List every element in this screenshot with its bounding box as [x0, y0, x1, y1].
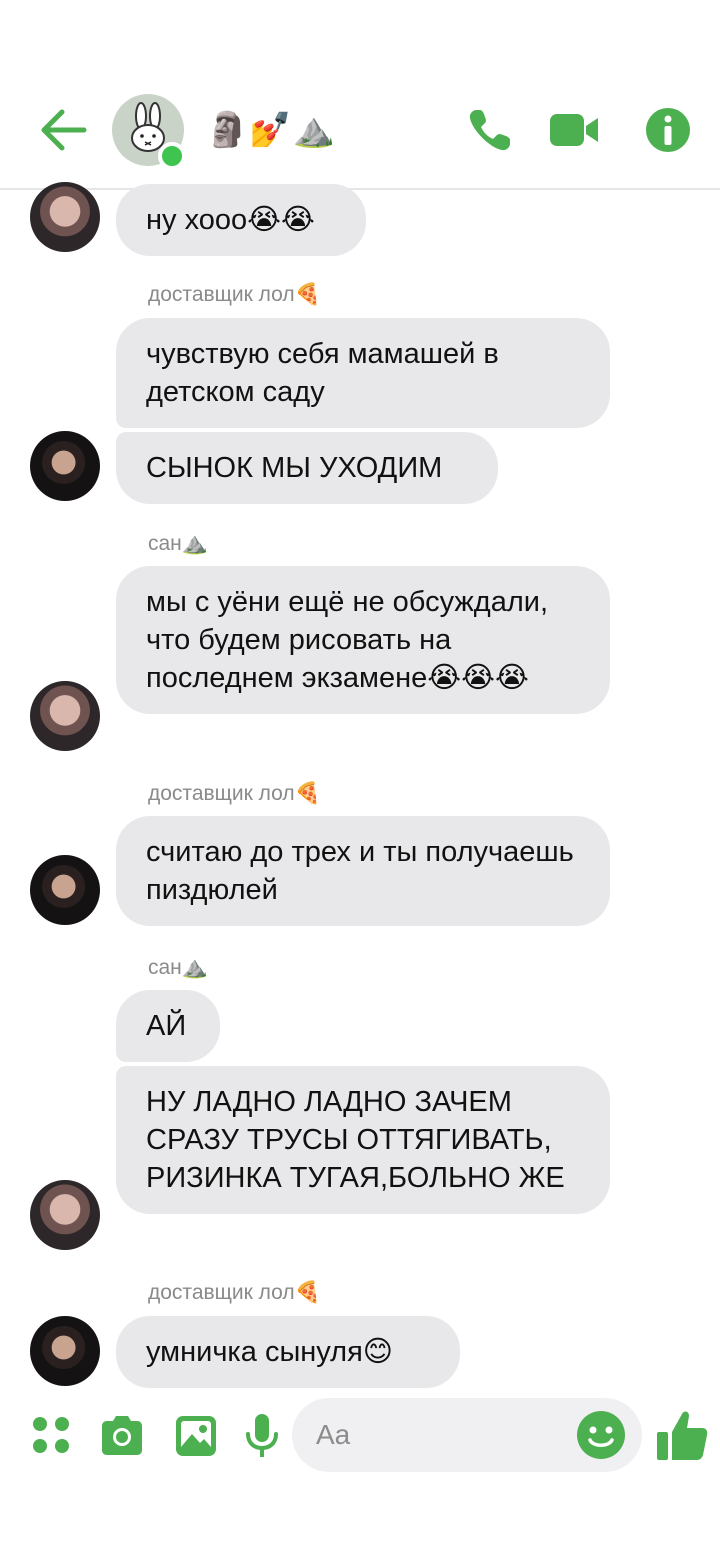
- sender-avatar[interactable]: [30, 431, 100, 501]
- microphone-icon[interactable]: [238, 1412, 286, 1460]
- online-status-dot: [158, 142, 186, 170]
- sender-name: доставщик лол🍕: [148, 782, 321, 805]
- chat-header: 🗿💅⛰️: [0, 0, 720, 190]
- sender-name: доставщик лол🍕: [148, 283, 321, 306]
- back-arrow-icon[interactable]: [38, 108, 88, 152]
- sender-name: доставщик лол🍕: [148, 1281, 321, 1304]
- sender-avatar[interactable]: [30, 1316, 100, 1386]
- message-input[interactable]: [316, 1398, 576, 1472]
- message-bubble[interactable]: ну хооо😭😭: [116, 184, 366, 256]
- message-bubble[interactable]: СЫНОК МЫ УХОДИМ: [116, 432, 498, 504]
- camera-icon[interactable]: [98, 1412, 146, 1460]
- chat-title[interactable]: 🗿💅⛰️: [206, 108, 336, 152]
- more-apps-icon[interactable]: [28, 1412, 76, 1460]
- sender-name: сан⛰️: [148, 532, 208, 555]
- message-bubble[interactable]: АЙ: [116, 990, 220, 1062]
- info-icon[interactable]: [642, 104, 694, 156]
- message-bubble[interactable]: мы с уёни ещё не обсуждали, что будем ри…: [116, 566, 610, 714]
- message-composer: [0, 1398, 720, 1478]
- message-bubble[interactable]: считаю до трех и ты получаешь пиздюлей: [116, 816, 610, 926]
- message-bubble[interactable]: умничка сынуля😊: [116, 1316, 460, 1388]
- sender-avatar[interactable]: [30, 1180, 100, 1250]
- sender-name: сан⛰️: [148, 956, 208, 979]
- thumbs-up-icon[interactable]: [654, 1408, 710, 1464]
- message-bubble[interactable]: чувствую себя мамашей в детском саду: [116, 318, 610, 428]
- sender-avatar[interactable]: [30, 681, 100, 751]
- phone-call-icon[interactable]: [464, 104, 516, 156]
- video-call-icon[interactable]: [548, 104, 600, 156]
- sender-avatar[interactable]: [30, 182, 100, 252]
- gallery-icon[interactable]: [172, 1412, 220, 1460]
- message-input-wrapper: [292, 1398, 642, 1472]
- sender-avatar[interactable]: [30, 855, 100, 925]
- emoji-icon[interactable]: [576, 1410, 626, 1460]
- message-bubble[interactable]: НУ ЛАДНО ЛАДНО ЗАЧЕМ СРАЗУ ТРУСЫ ОТТЯГИВ…: [116, 1066, 610, 1214]
